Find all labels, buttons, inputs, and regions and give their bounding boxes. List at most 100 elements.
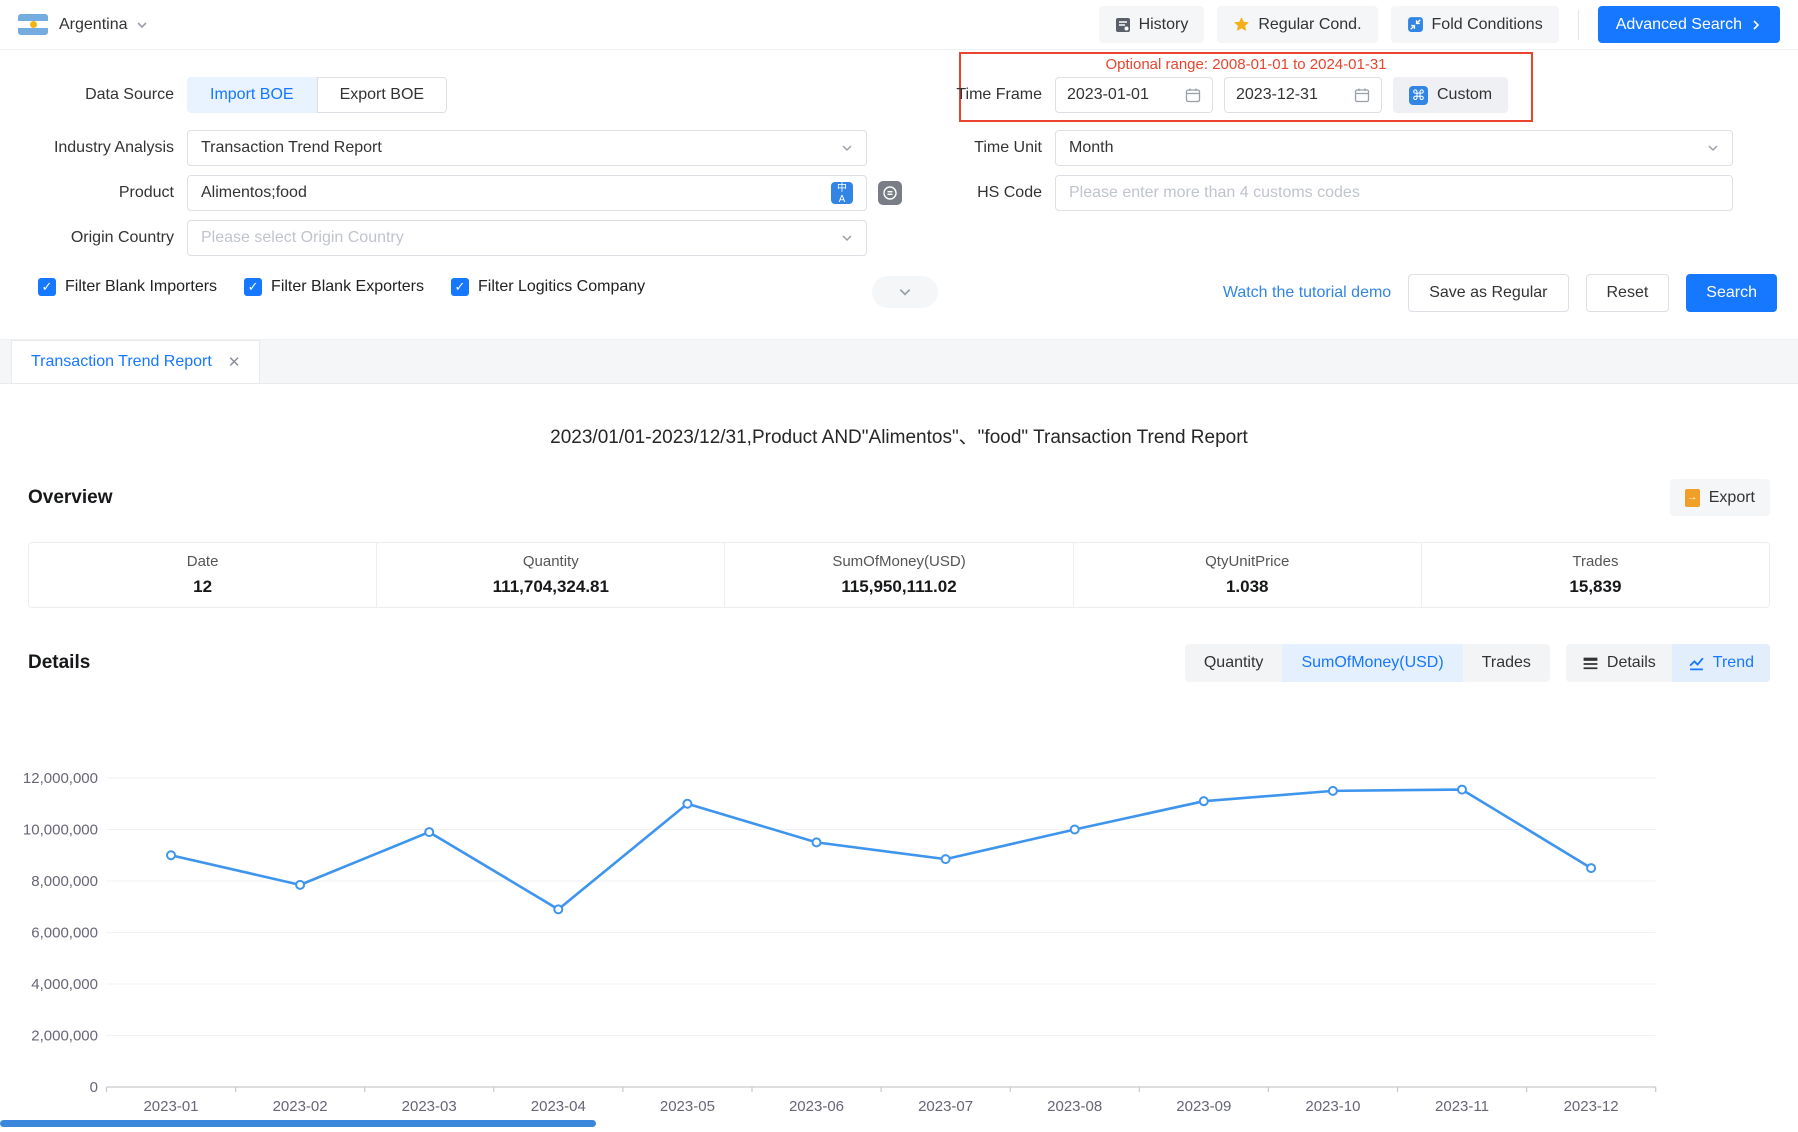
metric-tab-trades[interactable]: Trades (1463, 644, 1550, 682)
view-trend-label: Trend (1713, 654, 1754, 672)
industry-analysis-select[interactable]: Transaction Trend Report (187, 130, 867, 166)
date-to-value: 2023-12-31 (1236, 86, 1318, 104)
custom-range-button[interactable]: Custom (1393, 77, 1508, 113)
advanced-search-button[interactable]: Advanced Search (1598, 6, 1780, 43)
chevron-down-icon (898, 285, 912, 299)
svg-text:12,000,000: 12,000,000 (23, 770, 98, 787)
translate-icon[interactable]: 中A (831, 182, 853, 204)
svg-text:4,000,000: 4,000,000 (31, 976, 98, 993)
history-label: History (1139, 16, 1189, 34)
origin-country-placeholder: Please select Origin Country (201, 229, 404, 247)
hs-code-label: HS Code (946, 184, 1055, 202)
fold-conditions-button[interactable]: Fold Conditions (1391, 6, 1559, 43)
reset-button[interactable]: Reset (1586, 274, 1670, 312)
product-input[interactable]: Alimentos;food 中A (187, 175, 867, 211)
metric-tab-quantity[interactable]: Quantity (1185, 644, 1283, 682)
tab-transaction-trend-report[interactable]: Transaction Trend Report ✕ (11, 340, 260, 383)
view-trend-button[interactable]: Trend (1672, 644, 1770, 682)
product-label: Product (0, 184, 187, 202)
svg-text:2023-01: 2023-01 (143, 1098, 198, 1115)
filter-blank-importers-checkbox[interactable]: ✓ Filter Blank Importers (38, 278, 217, 296)
stat-label: Trades (1572, 553, 1618, 570)
search-button[interactable]: Search (1686, 274, 1777, 312)
horizontal-scrollbar-thumb[interactable] (0, 1120, 596, 1127)
svg-text:2,000,000: 2,000,000 (31, 1028, 98, 1045)
svg-text:2023-12: 2023-12 (1564, 1098, 1619, 1115)
stat-value: 15,839 (1569, 577, 1621, 597)
export-boe-tab[interactable]: Export BOE (317, 77, 447, 113)
metric-toggle-group: Quantity SumOfMoney(USD) Trades (1185, 644, 1550, 682)
svg-text:2023-11: 2023-11 (1435, 1098, 1489, 1115)
trend-icon (1688, 655, 1705, 672)
result-tab-strip: Transaction Trend Report ✕ (0, 340, 1798, 384)
stat-value: 12 (193, 577, 212, 597)
stat-label: Date (187, 553, 219, 570)
tab-label: Transaction Trend Report (31, 353, 212, 371)
svg-text:2023-10: 2023-10 (1305, 1098, 1360, 1115)
trend-chart-area: 02,000,0004,000,0006,000,0008,000,00010,… (0, 728, 1798, 1132)
advanced-search-label: Advanced Search (1616, 16, 1742, 34)
overview-stats-card: Date 12 Quantity 111,704,324.81 SumOfMon… (28, 542, 1770, 608)
filter-blank-exporters-checkbox[interactable]: ✓ Filter Blank Exporters (244, 278, 424, 296)
stat-date: Date 12 (29, 543, 377, 607)
fold-conditions-label: Fold Conditions (1432, 16, 1543, 34)
close-icon[interactable]: ✕ (228, 353, 241, 371)
svg-text:2023-06: 2023-06 (789, 1098, 844, 1115)
time-frame-label: Time Frame (946, 86, 1055, 104)
chevron-down-icon (841, 142, 853, 154)
history-button[interactable]: History (1099, 6, 1205, 43)
svg-text:2023-04: 2023-04 (531, 1098, 586, 1115)
calendar-icon[interactable] (1185, 87, 1201, 103)
svg-text:2023-08: 2023-08 (1047, 1098, 1102, 1115)
origin-country-select[interactable]: Please select Origin Country (187, 220, 867, 256)
divider (1578, 10, 1579, 40)
filter-blank-exporters-label: Filter Blank Exporters (271, 278, 424, 296)
view-details-label: Details (1607, 654, 1656, 672)
filter-logitics-company-checkbox[interactable]: ✓ Filter Logitics Company (451, 278, 645, 296)
arrow-right-icon (1750, 19, 1762, 31)
time-unit-value: Month (1069, 139, 1113, 157)
metric-tab-sum-of-money[interactable]: SumOfMoney(USD) (1282, 644, 1462, 682)
stat-label: Quantity (523, 553, 579, 570)
exact-match-icon[interactable] (878, 181, 902, 205)
custom-label: Custom (1437, 86, 1492, 104)
filter-blank-importers-label: Filter Blank Importers (65, 278, 217, 296)
tutorial-link[interactable]: Watch the tutorial demo (1223, 284, 1391, 302)
view-details-button[interactable]: Details (1566, 644, 1672, 682)
fold-icon (1407, 16, 1424, 33)
svg-text:2023-09: 2023-09 (1176, 1098, 1231, 1115)
checkbox-checked-icon: ✓ (38, 278, 56, 296)
chevron-down-icon[interactable] (136, 19, 148, 31)
calendar-icon[interactable] (1354, 87, 1370, 103)
table-icon (1582, 655, 1599, 672)
stat-qty-unit-price: QtyUnitPrice 1.038 (1074, 543, 1422, 607)
time-unit-select[interactable]: Month (1055, 130, 1733, 166)
stat-label: SumOfMoney(USD) (832, 553, 965, 570)
expand-conditions-button[interactable] (872, 276, 938, 308)
stat-value: 111,704,324.81 (493, 577, 609, 597)
trend-line-chart: 02,000,0004,000,0006,000,0008,000,00010,… (0, 728, 1798, 1128)
date-to-input[interactable]: 2023-12-31 (1224, 77, 1382, 113)
export-button[interactable]: Export (1670, 479, 1770, 516)
top-bar: Argentina History Regular Cond. Fold Con… (0, 0, 1798, 50)
export-label: Export (1709, 489, 1755, 507)
stat-value: 1.038 (1226, 577, 1269, 597)
overview-heading: Overview (28, 487, 113, 509)
regular-cond-label: Regular Cond. (1258, 16, 1361, 34)
import-boe-tab[interactable]: Import BOE (187, 77, 317, 113)
save-as-regular-button[interactable]: Save as Regular (1408, 274, 1568, 312)
stat-sum-of-money: SumOfMoney(USD) 115,950,111.02 (725, 543, 1073, 607)
optional-range-text: Optional range: 2008-01-01 to 2024-01-31 (959, 56, 1533, 73)
time-unit-label: Time Unit (946, 139, 1055, 157)
hs-code-input[interactable]: Please enter more than 4 customs codes (1055, 175, 1733, 211)
regular-cond-button[interactable]: Regular Cond. (1217, 6, 1377, 43)
chevron-down-icon (841, 232, 853, 244)
date-from-input[interactable]: 2023-01-01 (1055, 77, 1213, 113)
origin-country-label: Origin Country (0, 229, 187, 247)
stat-quantity: Quantity 111,704,324.81 (377, 543, 725, 607)
svg-text:6,000,000: 6,000,000 (31, 925, 98, 942)
country-name[interactable]: Argentina (59, 16, 128, 34)
report-title: 2023/01/01-2023/12/31,Product AND"Alimen… (0, 422, 1798, 449)
chevron-down-icon (1707, 142, 1719, 154)
argentina-flag-icon (18, 14, 48, 35)
